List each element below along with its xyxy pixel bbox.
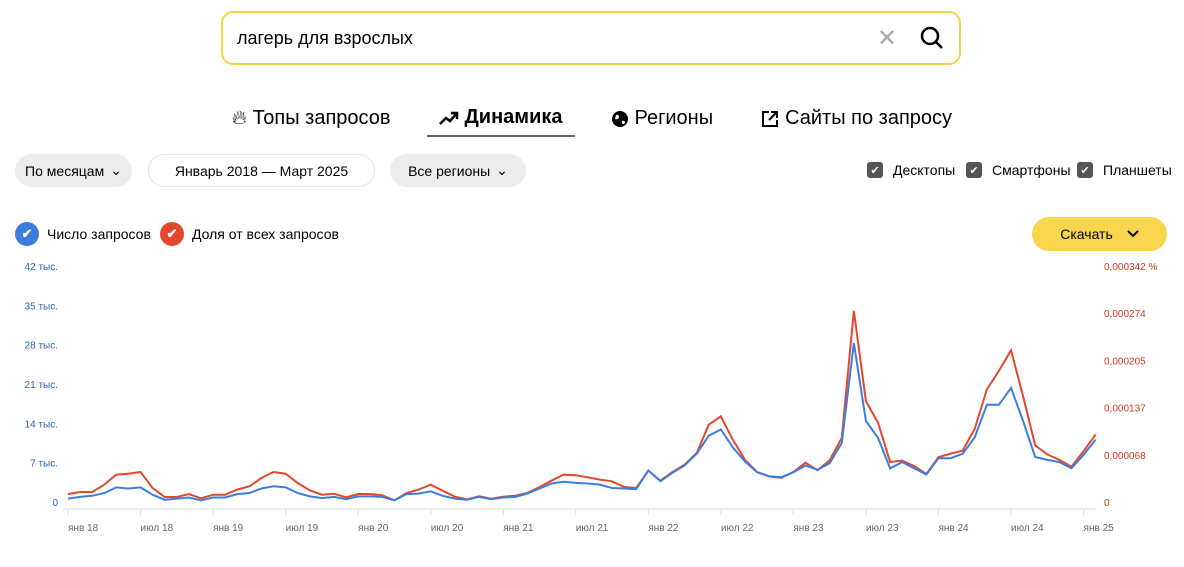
check-icon: ✔ — [15, 222, 39, 246]
left-axis-label: 21 тыс. — [25, 380, 58, 391]
fire-icon: 🔥︎ — [231, 107, 247, 129]
checkbox-smartphones[interactable]: ✔ Смартфоны — [966, 162, 1071, 178]
legend-share[interactable]: ✔ Доля от всех запросов — [160, 222, 339, 246]
region-select[interactable]: Все регионы ⌄ — [390, 154, 526, 187]
series-line-queries — [67, 342, 1097, 502]
checkbox-label: Планшеты — [1103, 162, 1172, 178]
download-button[interactable]: Скачать — [1032, 217, 1167, 251]
x-tick-label: июл 23 — [866, 523, 899, 534]
left-axis-label: 14 тыс. — [25, 419, 58, 430]
x-tick-label: янв 24 — [938, 523, 969, 534]
right-axis-label: 0 — [1104, 498, 1110, 509]
chevron-down-icon — [1127, 230, 1139, 238]
tab-top-queries[interactable]: 🔥︎ Топы запросов — [220, 104, 403, 137]
x-tick-label: янв 22 — [648, 523, 679, 534]
tab-label: Регионы — [634, 107, 714, 129]
left-axis-label: 35 тыс. — [25, 301, 58, 312]
left-axis-label: 42 тыс. — [25, 262, 58, 273]
x-tick-label: июл 20 — [431, 523, 464, 534]
tabs: 🔥︎ Топы запросов Динамика Регионы Сайты п… — [0, 104, 1184, 137]
checkbox-label: Смартфоны — [992, 162, 1071, 178]
download-label: Скачать — [1060, 226, 1113, 242]
x-tick-label: янв 18 — [68, 523, 99, 534]
period-select[interactable]: По месяцам ⌄ — [15, 154, 132, 187]
checkbox-icon[interactable]: ✔ — [867, 162, 883, 178]
x-tick-label: июл 24 — [1011, 523, 1044, 534]
tab-label: Сайты по запросу — [785, 107, 953, 129]
period-label: По месяцам — [25, 162, 105, 179]
x-tick-label: июл 21 — [576, 523, 609, 534]
search-input[interactable] — [237, 27, 877, 49]
right-axis-label: 0,000068 — [1104, 451, 1146, 462]
x-tick-label: янв 20 — [358, 523, 389, 534]
x-tick-label: июл 22 — [721, 523, 754, 534]
legend-label: Число запросов — [47, 226, 151, 242]
right-axis-label: 0,000137 — [1104, 404, 1146, 415]
checkbox-tablets[interactable]: ✔ Планшеты — [1077, 162, 1172, 178]
checkbox-label: Десктопы — [893, 162, 956, 178]
tab-dynamics[interactable]: Динамика — [426, 104, 575, 137]
left-axis-label: 7 тыс. — [30, 459, 58, 470]
left-axis-label: 28 тыс. — [25, 341, 58, 352]
tab-sites[interactable]: Сайты по запросу — [749, 104, 964, 137]
x-tick-label: янв 19 — [213, 523, 244, 534]
tab-regions[interactable]: Регионы — [599, 104, 726, 137]
date-range-label: Январь 2018 — Март 2025 — [174, 162, 349, 179]
series-line-share — [67, 310, 1097, 502]
legend-queries[interactable]: ✔ Число запросов — [15, 222, 151, 246]
x-tick-label: янв 25 — [1084, 523, 1115, 534]
right-axis-label: 0,000205 — [1104, 356, 1146, 367]
search-box[interactable]: ✕ — [221, 11, 961, 65]
chevron-down-icon: ⌄ — [110, 162, 122, 178]
x-tick-label: янв 23 — [793, 523, 824, 534]
check-icon: ✔ — [160, 222, 184, 246]
globe-icon — [611, 110, 628, 127]
chart: янв 18 июл 18 янв 19 июл 19 янв 20 июл 20 янв … — [25, 262, 1158, 534]
region-label: Все регионы — [408, 162, 491, 179]
x-tick-label: июл 18 — [141, 523, 174, 534]
external-link-icon — [762, 110, 779, 127]
checkbox-icon[interactable]: ✔ — [1077, 162, 1093, 178]
clear-icon[interactable]: ✕ — [877, 24, 897, 53]
search-icon[interactable] — [919, 25, 945, 51]
right-axis-label: 0,000274 — [1104, 309, 1146, 320]
legend-label: Доля от всех запросов — [192, 226, 339, 242]
trend-icon — [438, 111, 458, 125]
checkbox-icon[interactable]: ✔ — [966, 162, 982, 178]
date-range-picker[interactable]: Январь 2018 — Март 2025 — [148, 154, 375, 187]
x-tick-label: янв 21 — [503, 523, 534, 534]
right-axis-label: 0,000342 % — [1104, 262, 1157, 273]
x-tick-label: июл 19 — [286, 523, 319, 534]
tab-label: Динамика — [464, 106, 563, 128]
left-axis-label: 0 — [52, 498, 58, 509]
tab-label: Топы запросов — [252, 107, 391, 129]
chevron-down-icon: ⌄ — [496, 162, 508, 178]
checkbox-desktops[interactable]: ✔ Десктопы — [867, 162, 955, 178]
